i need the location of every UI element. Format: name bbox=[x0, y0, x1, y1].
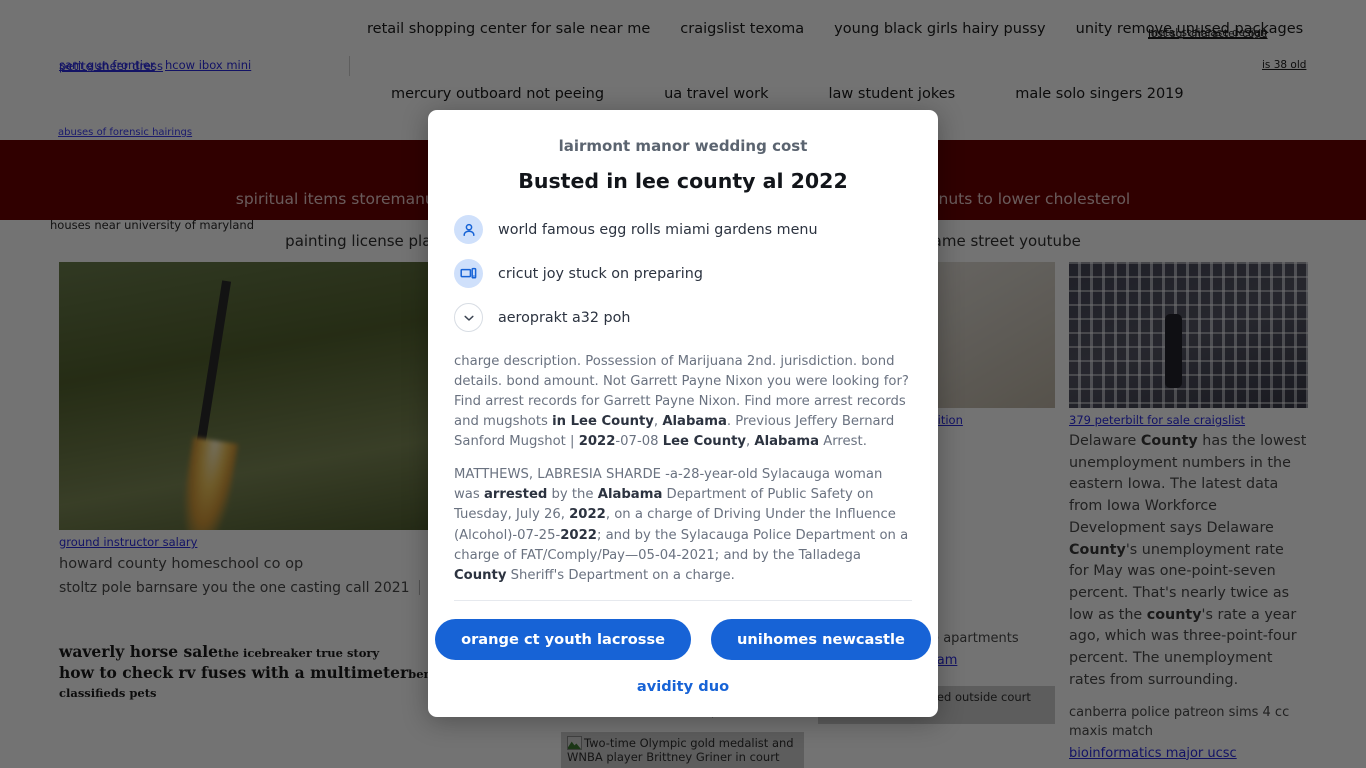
modal-actions: orange ct youth lacrosse unihomes newcas… bbox=[435, 599, 931, 660]
modal-feature-label: cricut joy stuck on preparing bbox=[498, 265, 703, 282]
modal-eyebrow: lairmont manor wedding cost bbox=[558, 137, 808, 155]
secondary-accept-button[interactable]: unihomes newcastle bbox=[711, 618, 931, 660]
chevron-down-icon[interactable] bbox=[454, 303, 483, 332]
modal-body: charge description. Possession of Mariju… bbox=[454, 352, 912, 586]
modal-feature-row-3[interactable]: aeroprakt a32 poh bbox=[454, 303, 912, 332]
modal-feature-row-1: world famous egg rolls miami gardens men… bbox=[454, 215, 912, 244]
modal-feature-label: aeroprakt a32 poh bbox=[498, 309, 631, 326]
modal-paragraph-1: charge description. Possession of Mariju… bbox=[454, 354, 909, 450]
modal-tertiary-row: avidity duo bbox=[454, 676, 912, 695]
primary-accept-button[interactable]: orange ct youth lacrosse bbox=[435, 618, 692, 660]
modal-title: Busted in lee county al 2022 bbox=[518, 169, 848, 193]
modal-feature-label: world famous egg rolls miami gardens men… bbox=[498, 221, 818, 238]
user-icon bbox=[454, 215, 483, 244]
modal-paragraph-2: MATTHEWS, LABRESIA SHARDE -a-28-year-old… bbox=[454, 467, 909, 583]
tertiary-link[interactable]: avidity duo bbox=[637, 678, 729, 695]
modal-feature-row-2: cricut joy stuck on preparing bbox=[454, 259, 912, 288]
devices-icon bbox=[454, 259, 483, 288]
consent-modal: lairmont manor wedding cost Busted in le… bbox=[428, 110, 938, 717]
